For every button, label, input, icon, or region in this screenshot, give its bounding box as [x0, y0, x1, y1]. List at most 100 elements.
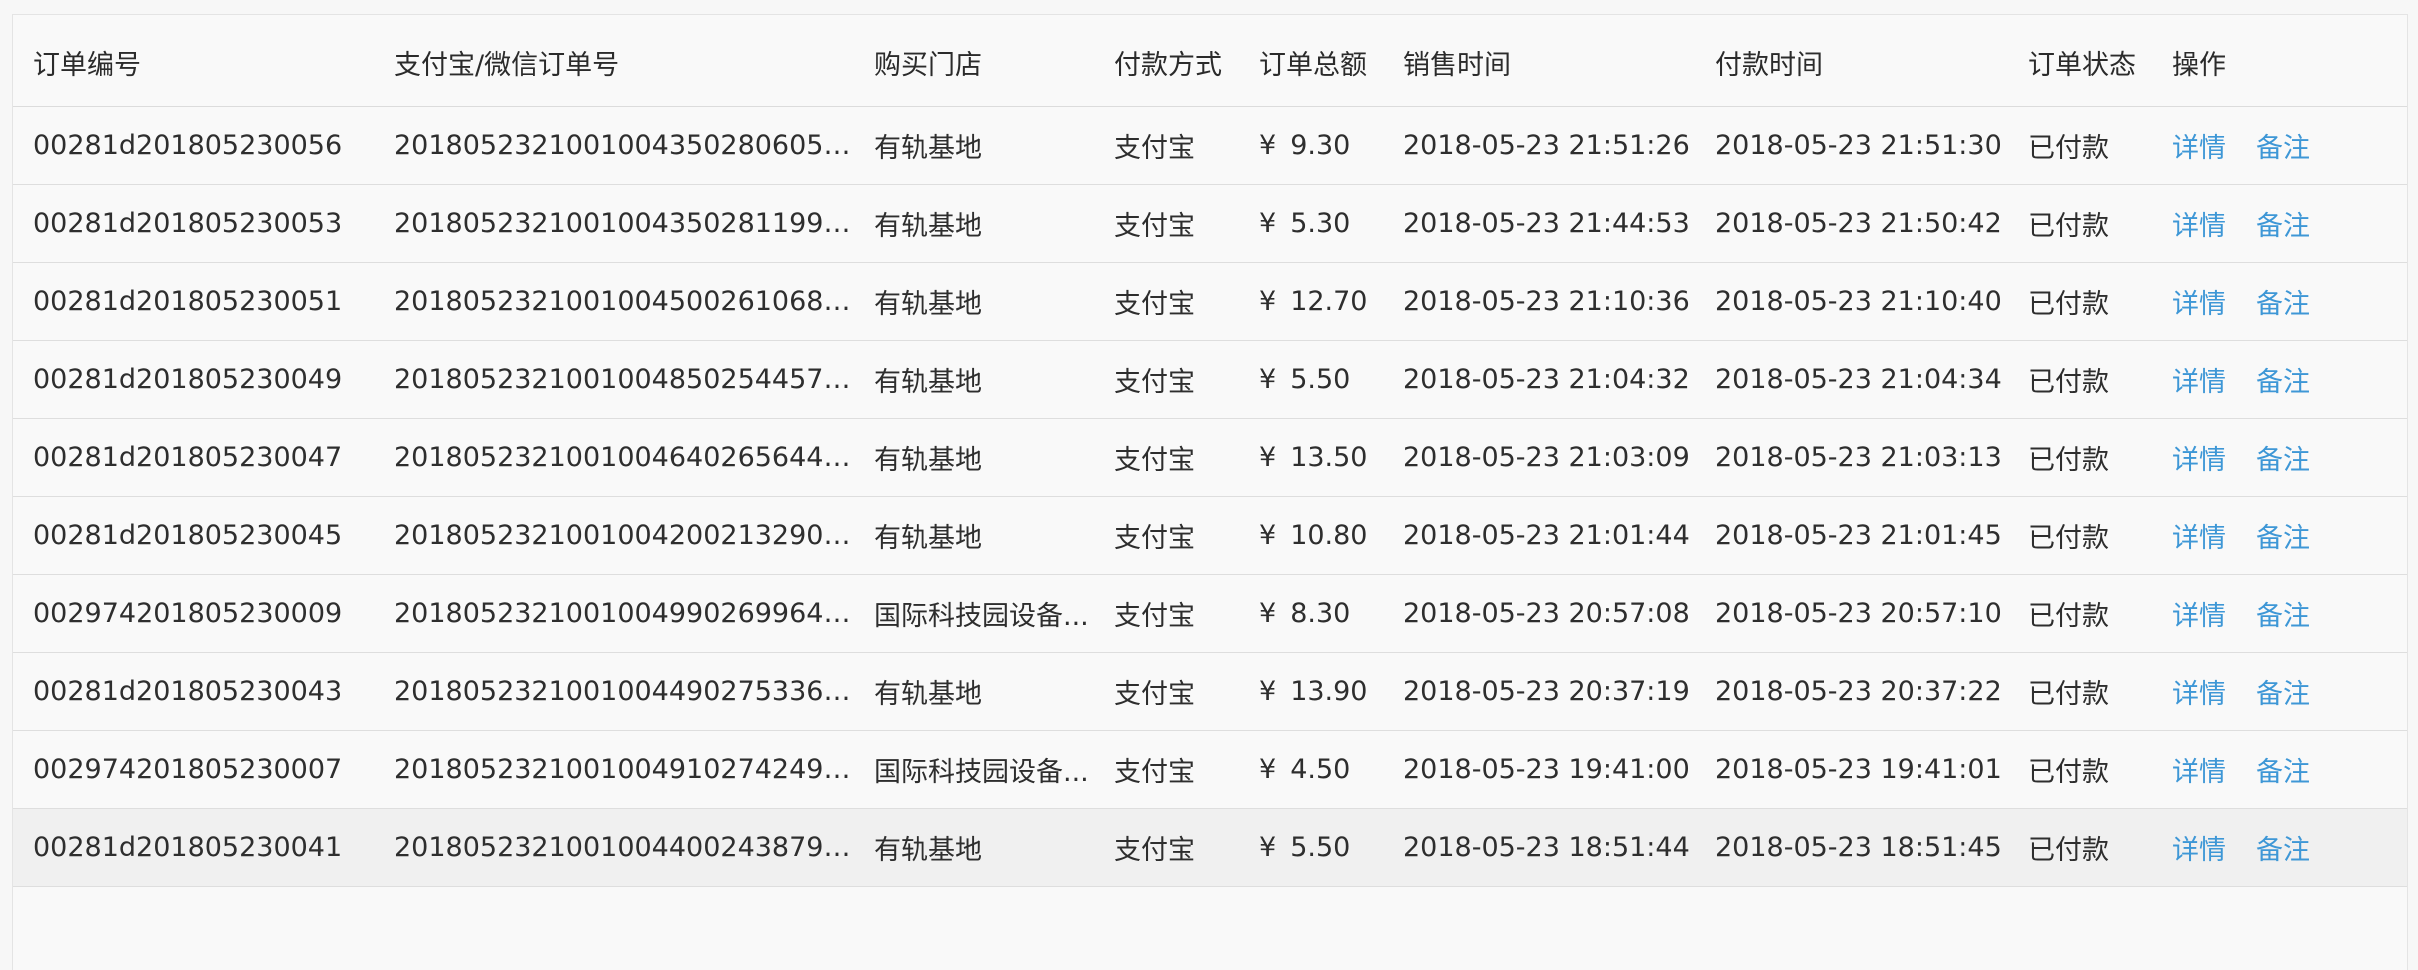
method-cell: 支付宝: [1114, 288, 1195, 320]
detail-link[interactable]: 详情: [2172, 367, 2226, 398]
method-cell: 支付宝: [1114, 366, 1195, 398]
currency-symbol: ¥: [1259, 831, 1277, 863]
detail-link[interactable]: 详情: [2172, 601, 2226, 632]
store-cell: 有轨基地: [874, 366, 982, 398]
currency-symbol: ¥: [1259, 597, 1277, 629]
amount-value: 5.30: [1290, 207, 1351, 239]
method-cell: 支付宝: [1114, 756, 1195, 788]
pay-no-cell: 2018052321001004400243879477: [394, 831, 854, 863]
status-cell: 已付款: [2028, 288, 2109, 320]
table-row: 00281d201805230051 2018052321001004500261…: [13, 262, 2407, 340]
currency-symbol: ¥: [1259, 675, 1277, 707]
table-row: 00281d201805230047 2018052321001004640265…: [13, 418, 2407, 496]
table-row: 00281d201805230049 2018052321001004850254…: [13, 340, 2407, 418]
store-cell: 国际科技园设备...: [874, 600, 1089, 632]
actions-cell: 详情 备注: [2152, 574, 2407, 652]
currency-symbol: ¥: [1259, 285, 1277, 317]
pay-no-cell: 2018052321001004200213290293: [394, 519, 854, 551]
orders-table-panel: 订单编号 支付宝/微信订单号 购买门店 付款方式 订单总额 销售时间 付款时间 …: [12, 14, 2408, 970]
pay-no-cell: 2018052321001004910274249843: [394, 753, 854, 785]
pay-time-cell: 2018-05-23 20:37:22: [1715, 675, 2002, 707]
sale-time-cell: 2018-05-23 21:03:09: [1403, 441, 1690, 473]
note-link[interactable]: 备注: [2256, 601, 2310, 632]
pay-time-cell: 2018-05-23 21:50:42: [1715, 207, 2002, 239]
amount-cell: ¥10.80: [1239, 496, 1383, 574]
note-link[interactable]: 备注: [2256, 211, 2310, 242]
sale-time-cell: 2018-05-23 21:10:36: [1403, 285, 1690, 317]
currency-symbol: ¥: [1259, 207, 1277, 239]
col-header-pay-time: 付款时间: [1715, 49, 1823, 81]
detail-link[interactable]: 详情: [2172, 679, 2226, 710]
detail-link[interactable]: 详情: [2172, 211, 2226, 242]
order-no-cell: 00281d201805230049: [33, 363, 343, 395]
order-no-cell: 00281d201805230043: [33, 675, 343, 707]
table-header-row: 订单编号 支付宝/微信订单号 购买门店 付款方式 订单总额 销售时间 付款时间 …: [13, 15, 2407, 106]
pay-time-cell: 2018-05-23 21:10:40: [1715, 285, 2002, 317]
note-link[interactable]: 备注: [2256, 445, 2310, 476]
pay-time-cell: 2018-05-23 21:04:34: [1715, 363, 2002, 395]
actions-cell: 详情 备注: [2152, 730, 2407, 808]
pay-time-cell: 2018-05-23 21:03:13: [1715, 441, 2002, 473]
note-link[interactable]: 备注: [2256, 679, 2310, 710]
actions-cell: 详情 备注: [2152, 496, 2407, 574]
amount-value: 5.50: [1290, 831, 1351, 863]
order-no-cell: 00281d201805230056: [33, 129, 343, 161]
detail-link[interactable]: 详情: [2172, 289, 2226, 320]
table-body: 00281d201805230056 2018052321001004350280…: [13, 106, 2407, 886]
currency-symbol: ¥: [1259, 129, 1277, 161]
sale-time-cell: 2018-05-23 21:01:44: [1403, 519, 1690, 551]
pay-time-cell: 2018-05-23 19:41:01: [1715, 753, 2002, 785]
pay-no-cell: 2018052321001004490275336016: [394, 675, 854, 707]
amount-cell: ¥5.50: [1239, 340, 1383, 418]
sale-time-cell: 2018-05-23 19:41:00: [1403, 753, 1690, 785]
amount-value: 12.70: [1290, 285, 1368, 317]
actions-cell: 详情 备注: [2152, 808, 2407, 886]
note-link[interactable]: 备注: [2256, 133, 2310, 164]
pay-no-cell: 2018052321001004500261068961: [394, 285, 854, 317]
store-cell: 有轨基地: [874, 210, 982, 242]
detail-link[interactable]: 详情: [2172, 133, 2226, 164]
detail-link[interactable]: 详情: [2172, 523, 2226, 554]
sale-time-cell: 2018-05-23 21:51:26: [1403, 129, 1690, 161]
status-cell: 已付款: [2028, 678, 2109, 710]
detail-link[interactable]: 详情: [2172, 445, 2226, 476]
store-cell: 有轨基地: [874, 834, 982, 866]
amount-value: 13.50: [1290, 441, 1368, 473]
status-cell: 已付款: [2028, 210, 2109, 242]
currency-symbol: ¥: [1259, 519, 1277, 551]
currency-symbol: ¥: [1259, 753, 1277, 785]
currency-symbol: ¥: [1259, 441, 1277, 473]
sale-time-cell: 2018-05-23 21:44:53: [1403, 207, 1690, 239]
amount-value: 4.50: [1290, 753, 1351, 785]
amount-cell: ¥13.90: [1239, 652, 1383, 730]
col-header-sale-time: 销售时间: [1403, 49, 1511, 81]
note-link[interactable]: 备注: [2256, 523, 2310, 554]
note-link[interactable]: 备注: [2256, 757, 2310, 788]
detail-link[interactable]: 详情: [2172, 835, 2226, 866]
store-cell: 国际科技园设备...: [874, 756, 1089, 788]
col-header-order-no: 订单编号: [33, 49, 141, 81]
method-cell: 支付宝: [1114, 210, 1195, 242]
order-no-cell: 002974201805230007: [33, 753, 343, 785]
pay-no-cell: 2018052321001004990269964615: [394, 597, 854, 629]
pay-time-cell: 2018-05-23 18:51:45: [1715, 831, 2002, 863]
col-header-status: 订单状态: [2028, 49, 2136, 81]
table-row: 00281d201805230041 2018052321001004400243…: [13, 808, 2407, 886]
method-cell: 支付宝: [1114, 444, 1195, 476]
status-cell: 已付款: [2028, 132, 2109, 164]
actions-cell: 详情 备注: [2152, 652, 2407, 730]
status-cell: 已付款: [2028, 444, 2109, 476]
actions-cell: 详情 备注: [2152, 184, 2407, 262]
note-link[interactable]: 备注: [2256, 289, 2310, 320]
detail-link[interactable]: 详情: [2172, 757, 2226, 788]
col-header-method: 付款方式: [1114, 49, 1222, 81]
pay-no-cell: 2018052321001004850254457089: [394, 363, 854, 395]
order-no-cell: 00281d201805230051: [33, 285, 343, 317]
amount-cell: ¥13.50: [1239, 418, 1383, 496]
table-row: 002974201805230009 2018052321001004990269…: [13, 574, 2407, 652]
pay-no-cell: 2018052321001004350281199911: [394, 207, 854, 239]
status-cell: 已付款: [2028, 600, 2109, 632]
note-link[interactable]: 备注: [2256, 367, 2310, 398]
note-link[interactable]: 备注: [2256, 835, 2310, 866]
store-cell: 有轨基地: [874, 288, 982, 320]
